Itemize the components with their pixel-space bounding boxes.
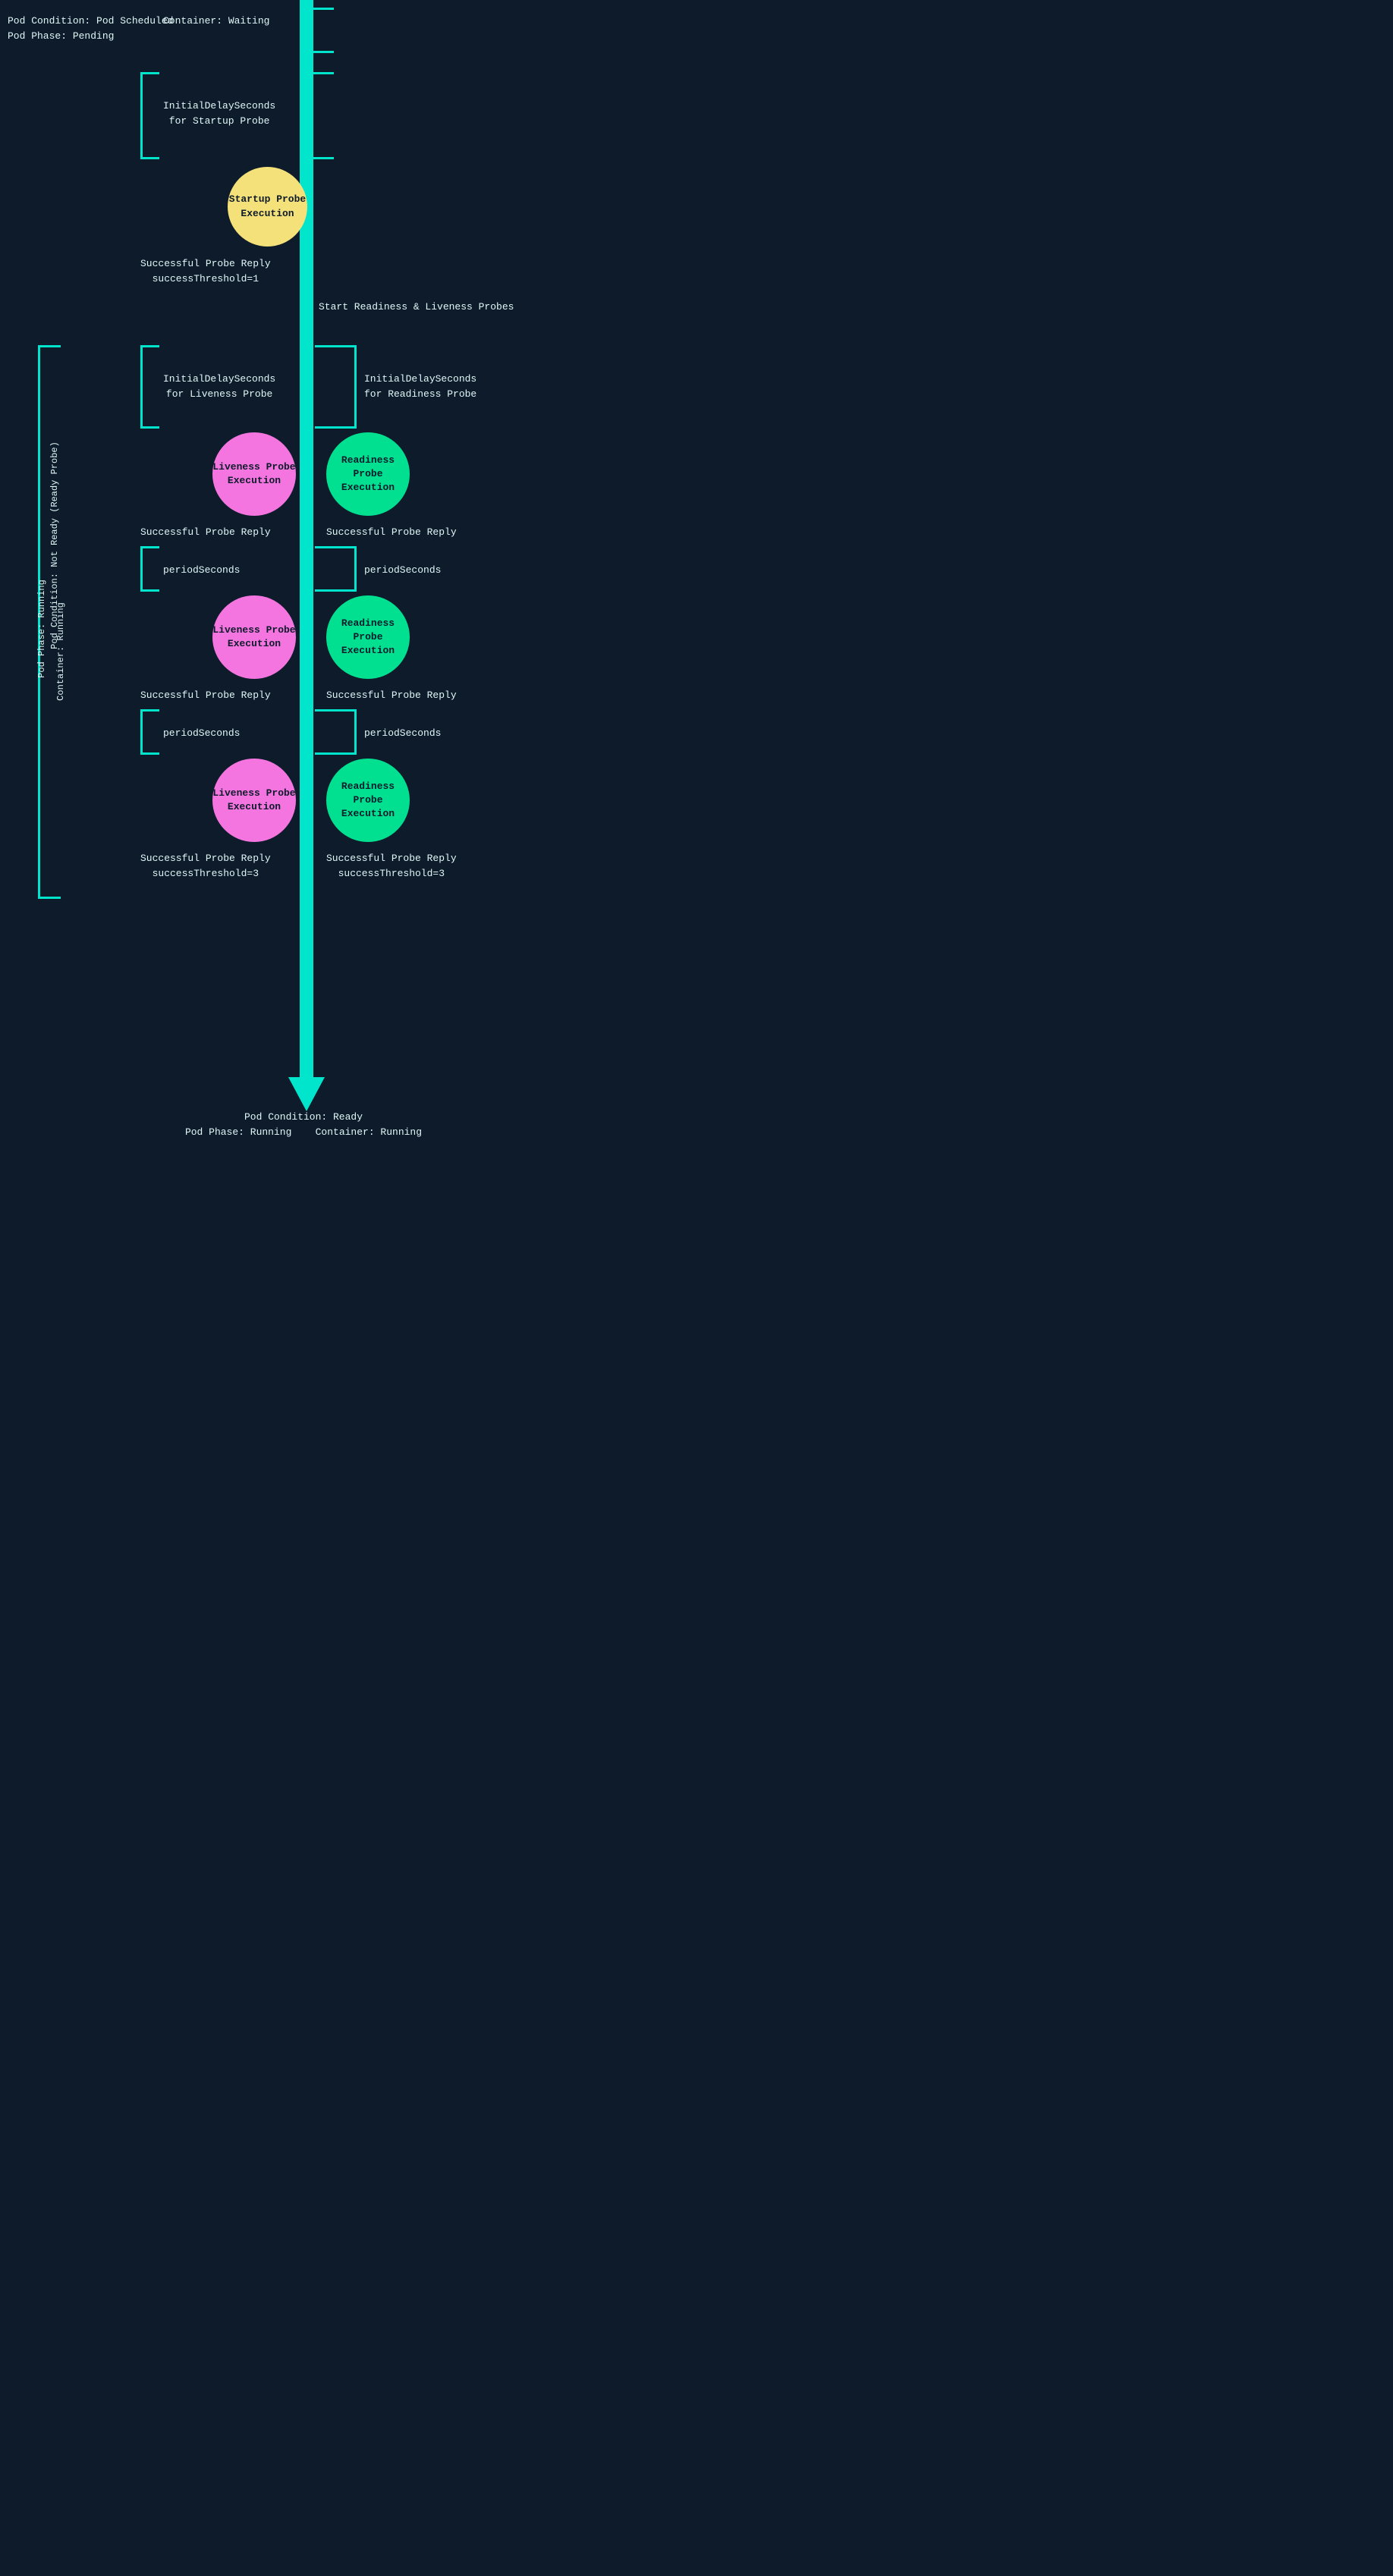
period-liveness-1-label: periodSeconds (163, 563, 240, 578)
side-label-phase-running: Pod Phase: Running (35, 580, 49, 678)
startup-delay-label: InitialDelaySeconds for Startup Probe (163, 99, 275, 128)
liveness-probe-circle-1: Liveness Probe Execution (212, 432, 296, 516)
top-pod-condition: Pod Condition: Pod Scheduled (8, 14, 173, 29)
liveness-probe-circle-3: Liveness Probe Execution (212, 759, 296, 842)
liveness-delay-label: InitialDelaySeconds for Liveness Probe (163, 372, 275, 401)
readiness-probe-circle-2: Readiness Probe Execution (326, 595, 410, 679)
liveness-probe-circle-2: Liveness Probe Execution (212, 595, 296, 679)
readiness-success-3: Successful Probe Reply successThreshold=… (326, 851, 457, 881)
period-readiness-2 (315, 709, 357, 755)
bottom-pod-phase-container: Pod Phase: Running Container: Running (106, 1110, 501, 1139)
period-liveness-2 (140, 709, 159, 755)
top-pod-phase: Pod Phase: Pending (8, 29, 114, 44)
period-readiness-1 (315, 546, 357, 592)
readiness-success-1: Successful Probe Reply (326, 525, 457, 540)
timeline-line (300, 0, 313, 1085)
period-readiness-2-label: periodSeconds (364, 726, 441, 741)
diagram-container: Pod Condition: Pod Scheduled Pod Phase: … (0, 0, 619, 1145)
readiness-probe-circle-1: Readiness Probe Execution (326, 432, 410, 516)
liveness-delay-bracket (140, 345, 159, 429)
startup-delay-right-bracket (311, 72, 334, 159)
top-bracket (311, 8, 334, 53)
startup-success-label: Successful Probe Reply successThreshold=… (140, 256, 271, 286)
period-readiness-1-label: periodSeconds (364, 563, 441, 578)
startup-probe-circle: Startup Probe Execution (228, 167, 307, 247)
top-container: Container: Waiting (163, 14, 269, 29)
startup-delay-bracket (140, 72, 159, 159)
readiness-delay-bracket (315, 345, 357, 429)
liveness-success-3: Successful Probe Reply successThreshold=… (140, 851, 271, 881)
period-liveness-2-label: periodSeconds (163, 726, 240, 741)
start-readiness-liveness-label: Start Readiness & Liveness Probes (319, 300, 514, 315)
readiness-delay-label: InitialDelaySeconds for Readiness Probe (364, 372, 476, 401)
timeline-arrow (288, 1077, 325, 1111)
side-label-container-running: Container: Running (54, 602, 68, 701)
readiness-success-2: Successful Probe Reply (326, 688, 457, 703)
period-liveness-1 (140, 546, 159, 592)
liveness-success-1: Successful Probe Reply (140, 525, 271, 540)
readiness-probe-circle-3: Readiness Probe Execution (326, 759, 410, 842)
liveness-success-2: Successful Probe Reply (140, 688, 271, 703)
